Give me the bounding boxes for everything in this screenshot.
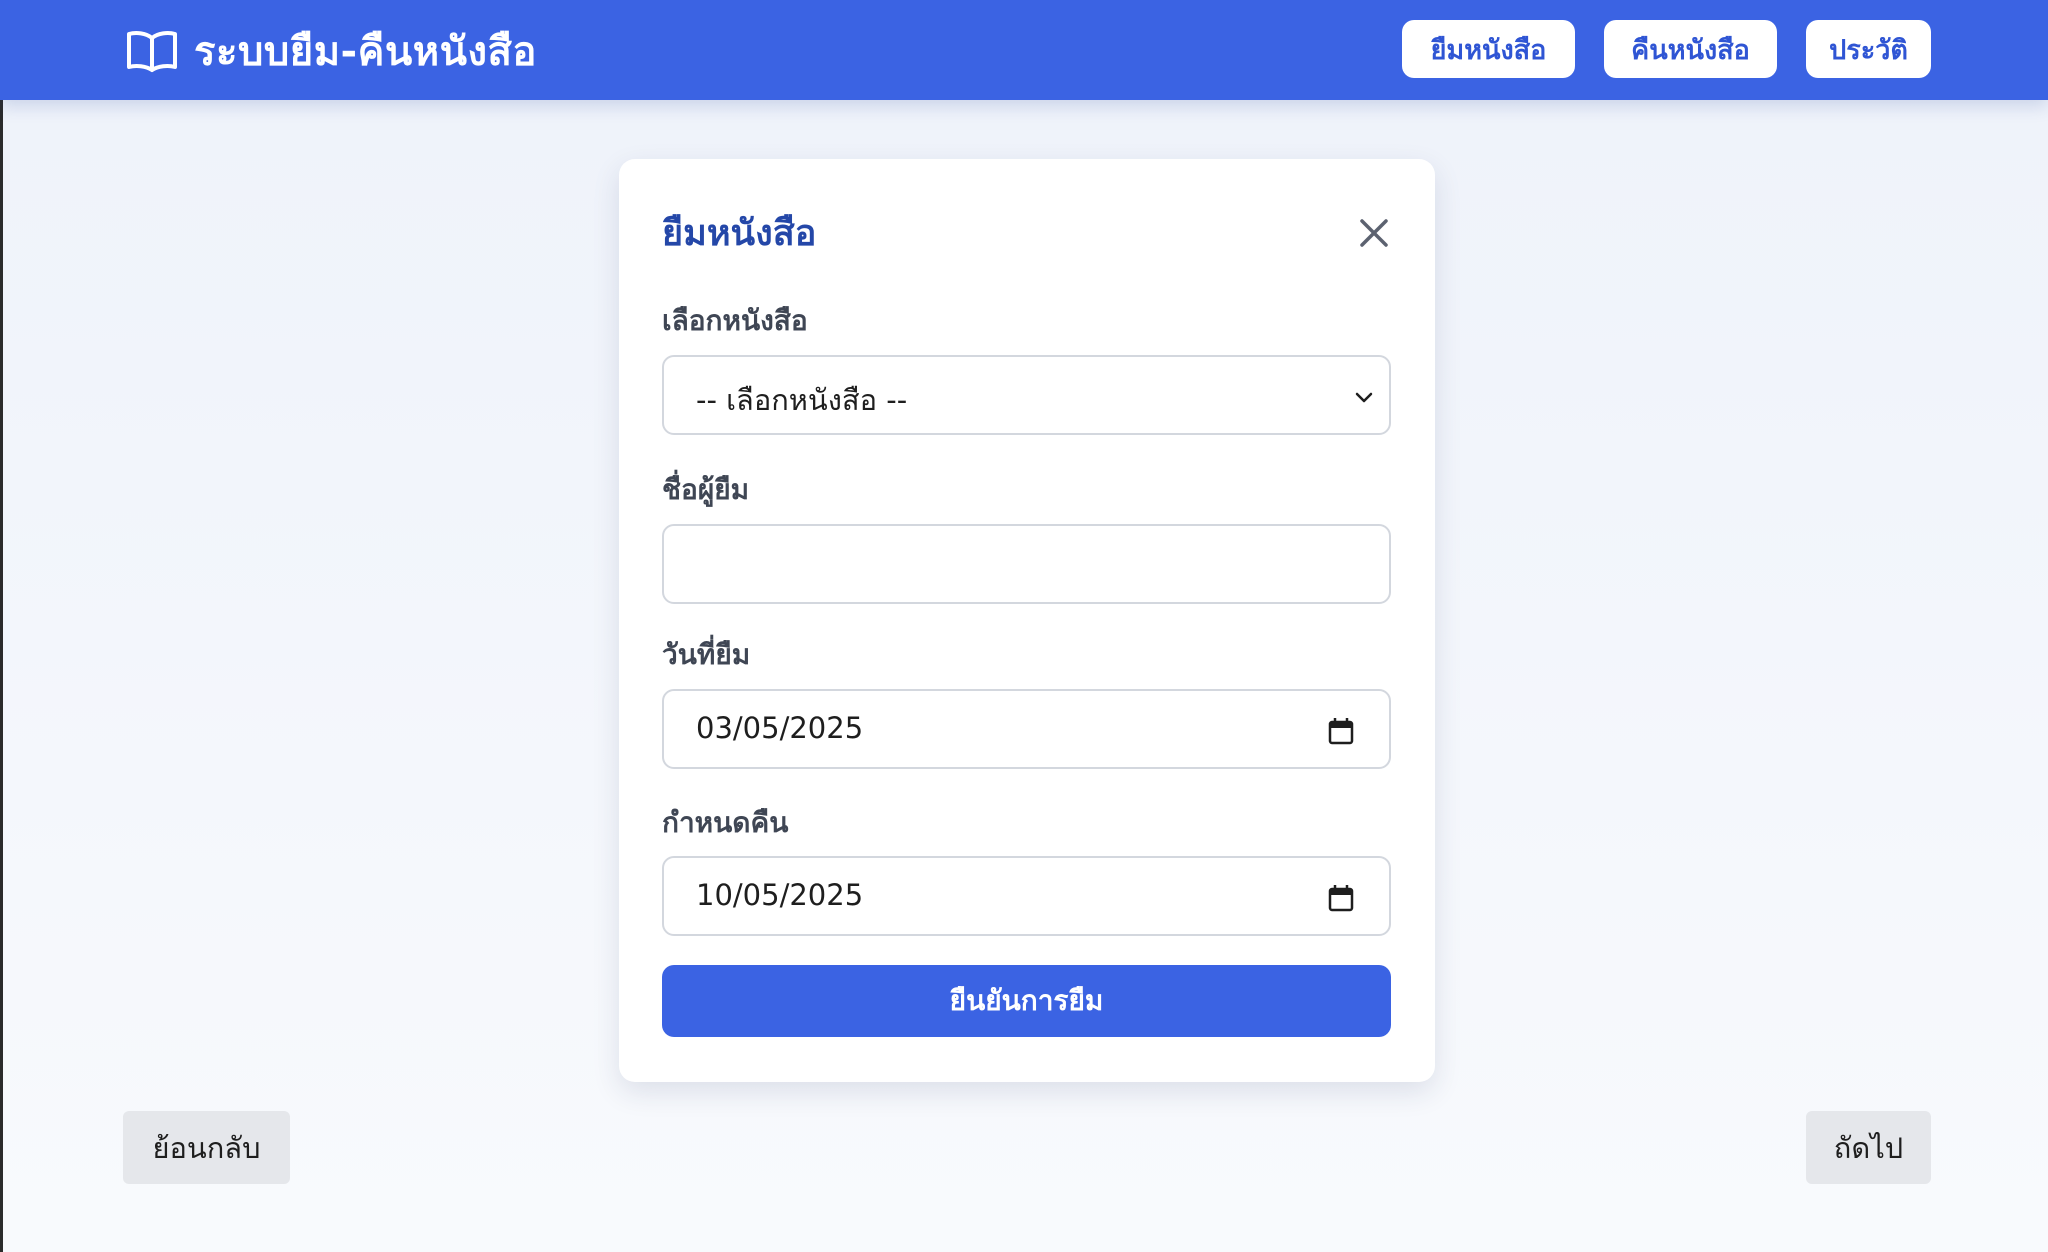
- confirm-borrow-button[interactable]: ยืนยันการยืม: [662, 965, 1391, 1037]
- borrower-name-label: ชื่อผู้ยืม: [662, 473, 750, 506]
- nav-return-button[interactable]: คืนหนังสือ: [1604, 20, 1777, 78]
- due-date-input[interactable]: 10/05/2025: [662, 856, 1391, 936]
- borrow-date-value: 03/05/2025: [696, 711, 864, 745]
- modal-title: ยืมหนังสือ: [662, 213, 817, 254]
- nav-borrow-button[interactable]: ยืมหนังสือ: [1402, 20, 1575, 78]
- book-select-label: เลือกหนังสือ: [662, 304, 808, 337]
- book-select-value: -- เลือกหนังสือ --: [696, 383, 908, 417]
- top-navbar: ระบบยืม-คืนหนังสือ ยืมหนังสือ คืนหนังสือ…: [0, 0, 2048, 100]
- next-button[interactable]: ถัดไป: [1806, 1111, 1931, 1184]
- borrow-date-label: วันที่ยืม: [662, 638, 751, 671]
- due-date-label: กำหนดคืน: [662, 806, 789, 839]
- calendar-icon[interactable]: [1327, 716, 1355, 746]
- book-select[interactable]: -- เลือกหนังสือ --: [662, 355, 1391, 435]
- borrower-name-input[interactable]: [662, 524, 1391, 604]
- close-icon[interactable]: [1349, 208, 1399, 258]
- chevron-down-icon: [1355, 392, 1373, 403]
- back-button[interactable]: ย้อนกลับ: [123, 1111, 290, 1184]
- open-book-icon: [127, 31, 177, 72]
- calendar-icon[interactable]: [1327, 883, 1355, 913]
- window-edge: [0, 0, 3, 1252]
- brand: ระบบยืม-คืนหนังสือ: [126, 26, 537, 76]
- nav-history-button[interactable]: ประวัติ: [1806, 20, 1931, 78]
- borrow-date-input[interactable]: 03/05/2025: [662, 689, 1391, 769]
- app-title: ระบบยืม-คืนหนังสือ: [194, 29, 537, 75]
- due-date-value: 10/05/2025: [696, 878, 864, 912]
- borrow-book-modal: ยืมหนังสือ เลือกหนังสือ -- เลือกหนังสือ …: [619, 159, 1435, 1082]
